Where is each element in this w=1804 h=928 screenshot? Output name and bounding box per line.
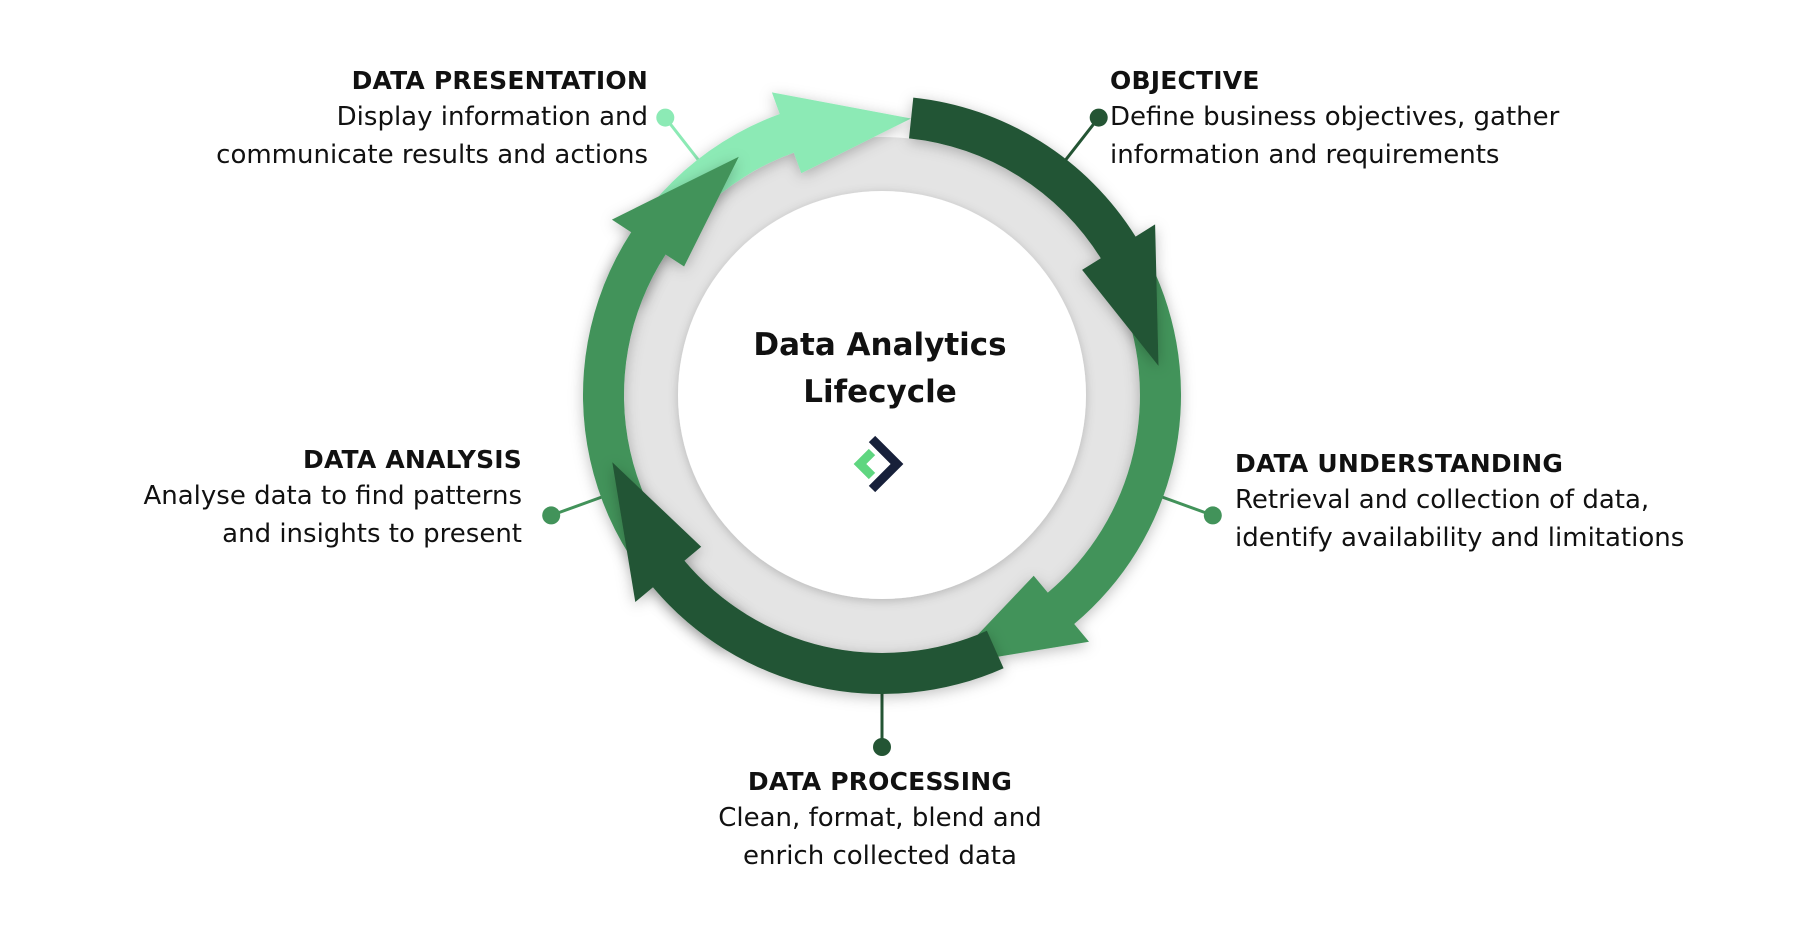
stage-description-line: Display information and <box>336 102 648 132</box>
stage-title: OBJECTIVE <box>1110 66 1260 95</box>
stage-description-line: enrich collected data <box>743 841 1017 871</box>
connector-data-understanding <box>1157 494 1222 525</box>
connector-data-analysis <box>542 494 607 525</box>
connector-dot <box>1089 108 1108 127</box>
connector-dot <box>656 108 675 127</box>
connector-objective <box>1061 108 1108 165</box>
stage-description-line: communicate results and actions <box>216 140 648 170</box>
stage-title: DATA PROCESSING <box>747 767 1013 796</box>
stage-description-line: Define business objectives, gather <box>1110 102 1560 132</box>
stage-description-line: Retrieval and collection of data, <box>1235 485 1650 515</box>
stage-title: DATA ANALYSIS <box>303 445 522 474</box>
stage-title: DATA UNDERSTANDING <box>1235 449 1564 478</box>
stage-description-line: Analyse data to find patterns <box>143 481 522 511</box>
connector-dot <box>873 738 891 756</box>
stage-data-presentation: DATA PRESENTATION Display information an… <box>88 64 648 174</box>
stage-data-understanding: DATA UNDERSTANDING Retrieval and collect… <box>1235 447 1795 557</box>
connector-data-presentation <box>656 108 703 165</box>
connector-data-processing <box>873 689 891 756</box>
stage-description-line: information and requirements <box>1110 140 1500 170</box>
connector-dot <box>542 506 561 525</box>
diagram-title: Data Analytics Lifecycle <box>753 327 1007 410</box>
stage-description-line: identify availability and limitations <box>1235 523 1685 553</box>
stage-description-line: and insights to present <box>222 519 522 549</box>
stage-data-analysis: DATA ANALYSIS Analyse data to find patte… <box>0 443 522 553</box>
stage-title: DATA PRESENTATION <box>351 66 648 95</box>
stage-data-processing: DATA PROCESSING Clean, format, blend and… <box>600 765 1160 875</box>
connector-dot <box>1203 506 1222 525</box>
stage-objective: OBJECTIVE Define business objectives, ga… <box>1110 64 1670 174</box>
stage-description-line: Clean, format, blend and <box>718 803 1042 833</box>
